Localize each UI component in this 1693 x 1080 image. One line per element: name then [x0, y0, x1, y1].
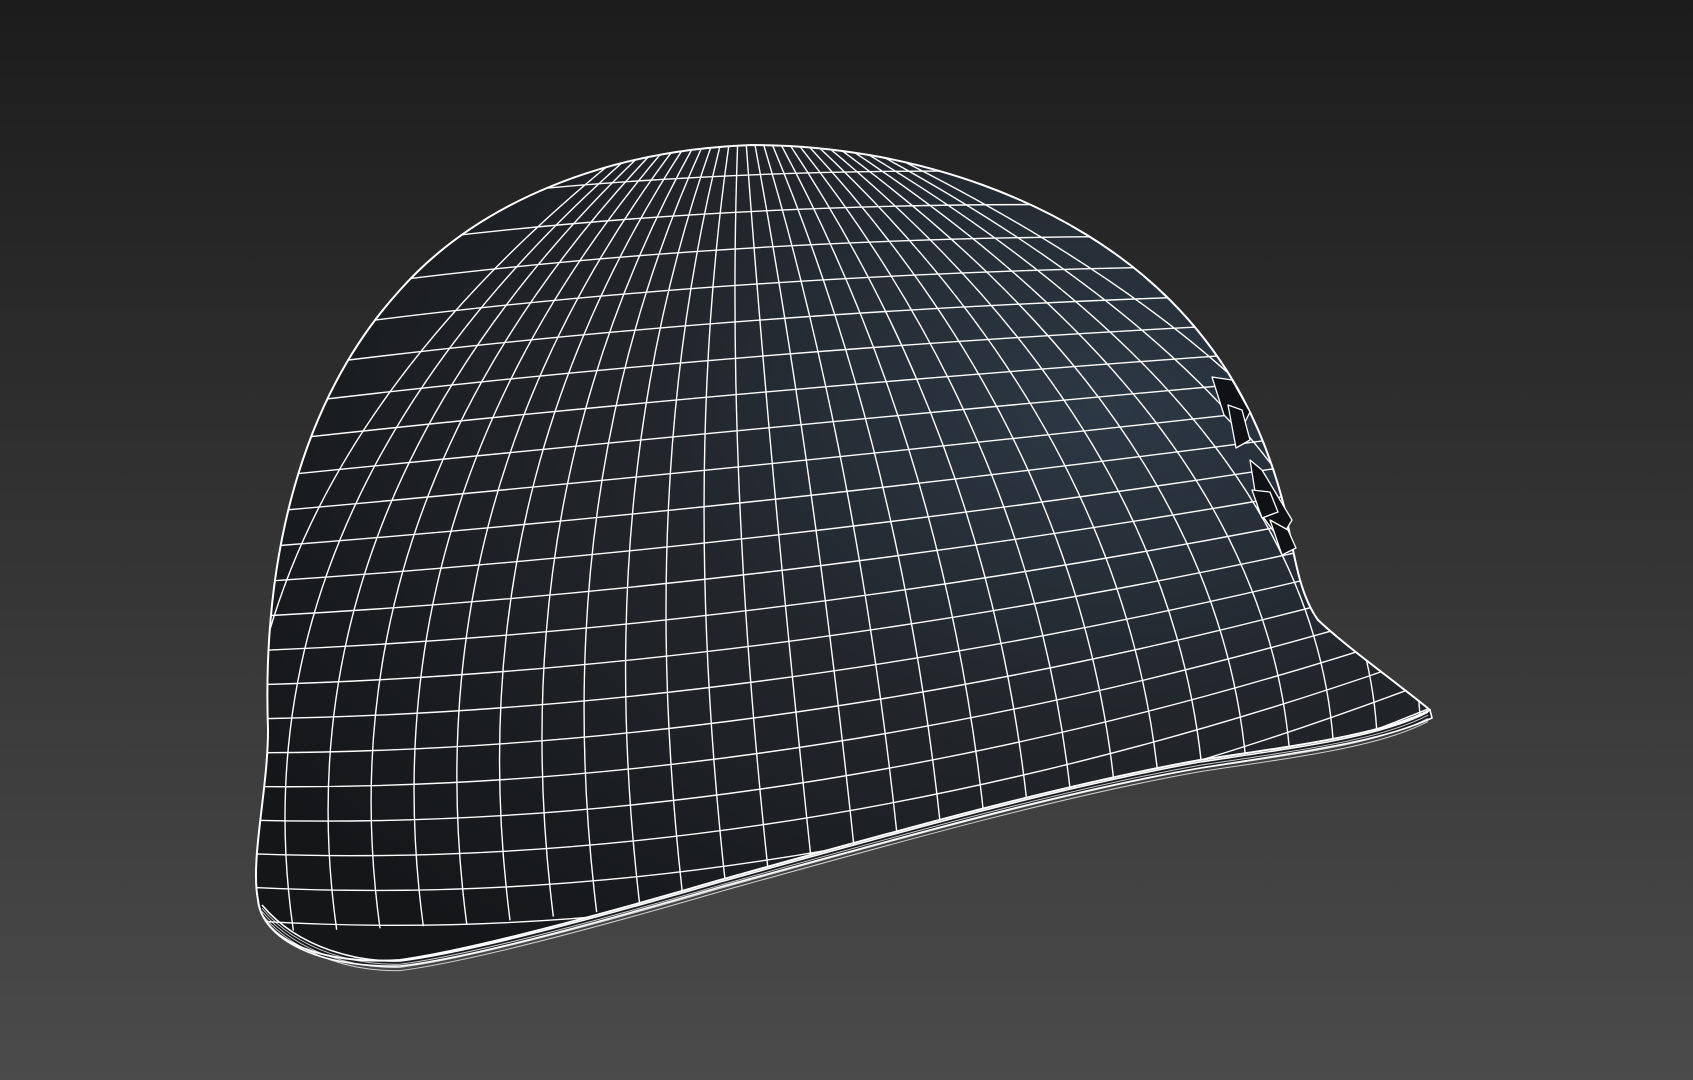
helmet-shell[interactable]: [255, 144, 1431, 962]
helmet-model[interactable]: [0, 0, 1693, 1080]
3d-viewport[interactable]: [0, 0, 1693, 1080]
wire-latitude-line: [255, 145, 1430, 151]
